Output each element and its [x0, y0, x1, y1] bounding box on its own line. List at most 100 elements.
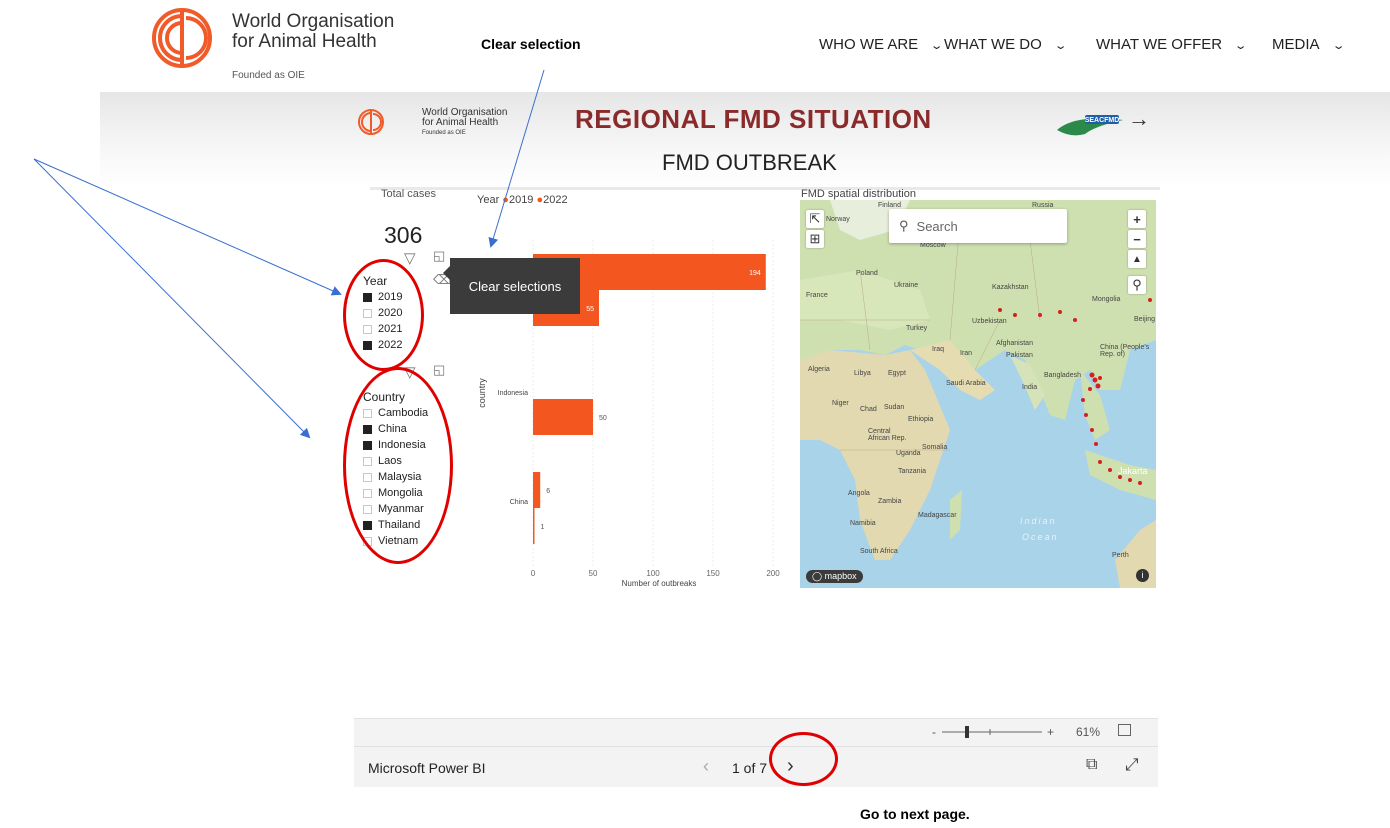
report-woah-logo	[358, 109, 384, 135]
org-name-line2: for Animal Health	[232, 31, 377, 52]
map-select-icon[interactable]: ⇱	[806, 210, 824, 228]
map-label-russia: Russia	[1032, 202, 1054, 209]
annotation-next-page: Go to next page.	[860, 806, 970, 822]
annotation-oval-year	[343, 259, 424, 371]
annotation-oval-country	[343, 367, 453, 564]
nav-who-we-are[interactable]: WHO WE ARE ⌄	[819, 36, 944, 53]
legend-item-2022[interactable]: 2022	[543, 194, 567, 206]
map-label-perth: Perth	[1112, 552, 1129, 559]
map-label-bangladesh: Bangladesh	[1044, 372, 1081, 379]
x-tick-label: 100	[646, 569, 660, 578]
report-org-line2: for Animal Health	[422, 117, 499, 128]
map-search-box[interactable]: ⚲ Search	[889, 209, 1067, 243]
bar-2022[interactable]	[533, 399, 593, 435]
report-org-name: World Organisation for Animal Health Fou…	[422, 108, 507, 138]
map-label-norway: Norway	[826, 216, 850, 223]
map-label-ukraine: Ukraine	[894, 282, 919, 289]
info-icon[interactable]: i	[1136, 569, 1149, 582]
map-label-algeria: Algeria	[808, 366, 830, 373]
map-lasso-icon[interactable]: ⊞	[806, 230, 824, 248]
map-label-central-african-rep: Central African Rep.	[868, 428, 907, 442]
org-name-line1: World Organisation	[232, 11, 395, 32]
map-label-france: France	[806, 292, 828, 299]
map-label-sudan: Sudan	[884, 404, 905, 411]
bar-value-label: 1	[541, 524, 545, 531]
focus-mode-icon[interactable]: ◱	[433, 362, 445, 378]
map-label-afghanistan: Afghanistan	[996, 340, 1033, 347]
zoom-slider[interactable]	[940, 724, 1044, 740]
seacfmd-logo: SEACFMD	[1057, 115, 1123, 136]
seacfmd-logo-text: SEACFMD	[1085, 117, 1120, 124]
map-label-madagascar: Madagascar	[918, 512, 957, 519]
map-land	[800, 200, 1156, 588]
report-title: REGIONAL FMD SITUATION	[575, 104, 932, 134]
zoom-in-button[interactable]: +	[1047, 725, 1054, 739]
focus-mode-icon[interactable]: ◱	[433, 248, 445, 264]
compass-icon[interactable]: ▲	[1128, 250, 1146, 268]
nav-what-we-offer-label: WHAT WE OFFER	[1096, 36, 1223, 53]
chevron-down-icon: ⌄	[929, 40, 944, 52]
map-label-kazakhstan: Kazakhstan	[992, 284, 1029, 291]
map-label-india: India	[1022, 384, 1038, 391]
y-category-label: Indonesia	[498, 390, 528, 397]
map-label-poland: Poland	[856, 270, 878, 277]
x-tick-label: 150	[706, 569, 720, 578]
map-label-niger: Niger	[832, 400, 849, 407]
fullscreen-icon[interactable]: ⤢	[1125, 755, 1139, 775]
map-label-finland: Finland	[878, 202, 901, 209]
nav-media[interactable]: MEDIA ⌄	[1272, 36, 1346, 53]
annotation-oval-next-page	[769, 732, 838, 786]
annotation-arrow-country	[33, 158, 311, 439]
page-indicator: 1 of 7	[732, 760, 768, 776]
map-label-iraq: Iraq	[932, 346, 945, 353]
arrow-right-icon[interactable]: →	[1128, 106, 1150, 132]
map-label-south-africa: South Africa	[860, 548, 898, 555]
nav-what-we-offer[interactable]: WHAT WE OFFER ⌄	[1096, 36, 1248, 53]
zoom-level: 61%	[1076, 725, 1101, 739]
x-tick-label: 0	[531, 569, 536, 578]
chevron-down-icon: ⌄	[1331, 40, 1346, 52]
fmd-map[interactable]: Norway Finland Russia Moscow Poland Ukra…	[800, 200, 1156, 588]
mapbox-attribution[interactable]: ◯ mapbox	[806, 570, 863, 583]
tooltip-text: Clear selections	[468, 278, 562, 294]
map-label-iran: Iran	[960, 350, 973, 357]
previous-page-icon[interactable]: ‹	[703, 756, 709, 777]
report-org-founded: Founded as OIE	[422, 130, 466, 136]
powerbi-brand-link[interactable]: Microsoft Power BI	[368, 760, 485, 776]
map-label-moscow: Moscow	[920, 242, 946, 249]
map-label-china: China (People's Rep. of)	[1100, 344, 1150, 358]
woah-logo[interactable]	[150, 6, 214, 70]
filter-icon[interactable]: ▽	[404, 249, 416, 267]
org-name: World Organisation for Animal Health	[232, 12, 394, 52]
fit-to-page-icon[interactable]	[1118, 724, 1131, 736]
nav-what-we-do[interactable]: WHAT WE DO ⌄	[944, 36, 1067, 53]
x-tick-label: 50	[589, 569, 598, 578]
bar-2022[interactable]	[533, 508, 535, 544]
map-label-angola: Angola	[848, 490, 870, 497]
map-label-namibia: Namibia	[850, 520, 876, 527]
chart-legend: Year ●2019 ●2022	[477, 194, 568, 206]
map-label-beijing: Beijing	[1134, 316, 1156, 323]
zoom-in-icon[interactable]: +	[1128, 210, 1146, 228]
zoom-out-icon[interactable]: −	[1128, 230, 1146, 248]
clear-selections-tooltip: Clear selections	[443, 258, 580, 314]
zoom-out-button[interactable]: -	[932, 725, 936, 739]
share-icon[interactable]: ⧉	[1086, 756, 1097, 774]
map-label-indian-ocean: Indian	[1020, 516, 1057, 526]
report-subtitle: FMD OUTBREAK	[662, 150, 837, 175]
map-label-turkey: Turkey	[906, 325, 928, 332]
total-cases-value: 306	[384, 222, 423, 248]
legend-item-2019[interactable]: 2019	[509, 194, 533, 206]
map-label-egypt: Egypt	[888, 370, 906, 377]
total-cases-label: Total cases	[381, 188, 437, 200]
bar-2019[interactable]	[533, 472, 541, 508]
x-tick-label: 200	[766, 569, 780, 578]
map-location-icon[interactable]: ⚲	[1128, 276, 1146, 294]
map-label-pakistan: Pakistan	[1006, 352, 1033, 359]
map-label-somalia: Somalia	[922, 444, 948, 451]
zoom-slider-thumb[interactable]	[965, 726, 969, 738]
report-separator	[370, 187, 1160, 190]
map-label-saudi-arabia: Saudi Arabia	[946, 380, 986, 387]
bar-value-label: 55	[586, 306, 594, 313]
mapbox-attribution-text: mapbox	[824, 571, 857, 581]
